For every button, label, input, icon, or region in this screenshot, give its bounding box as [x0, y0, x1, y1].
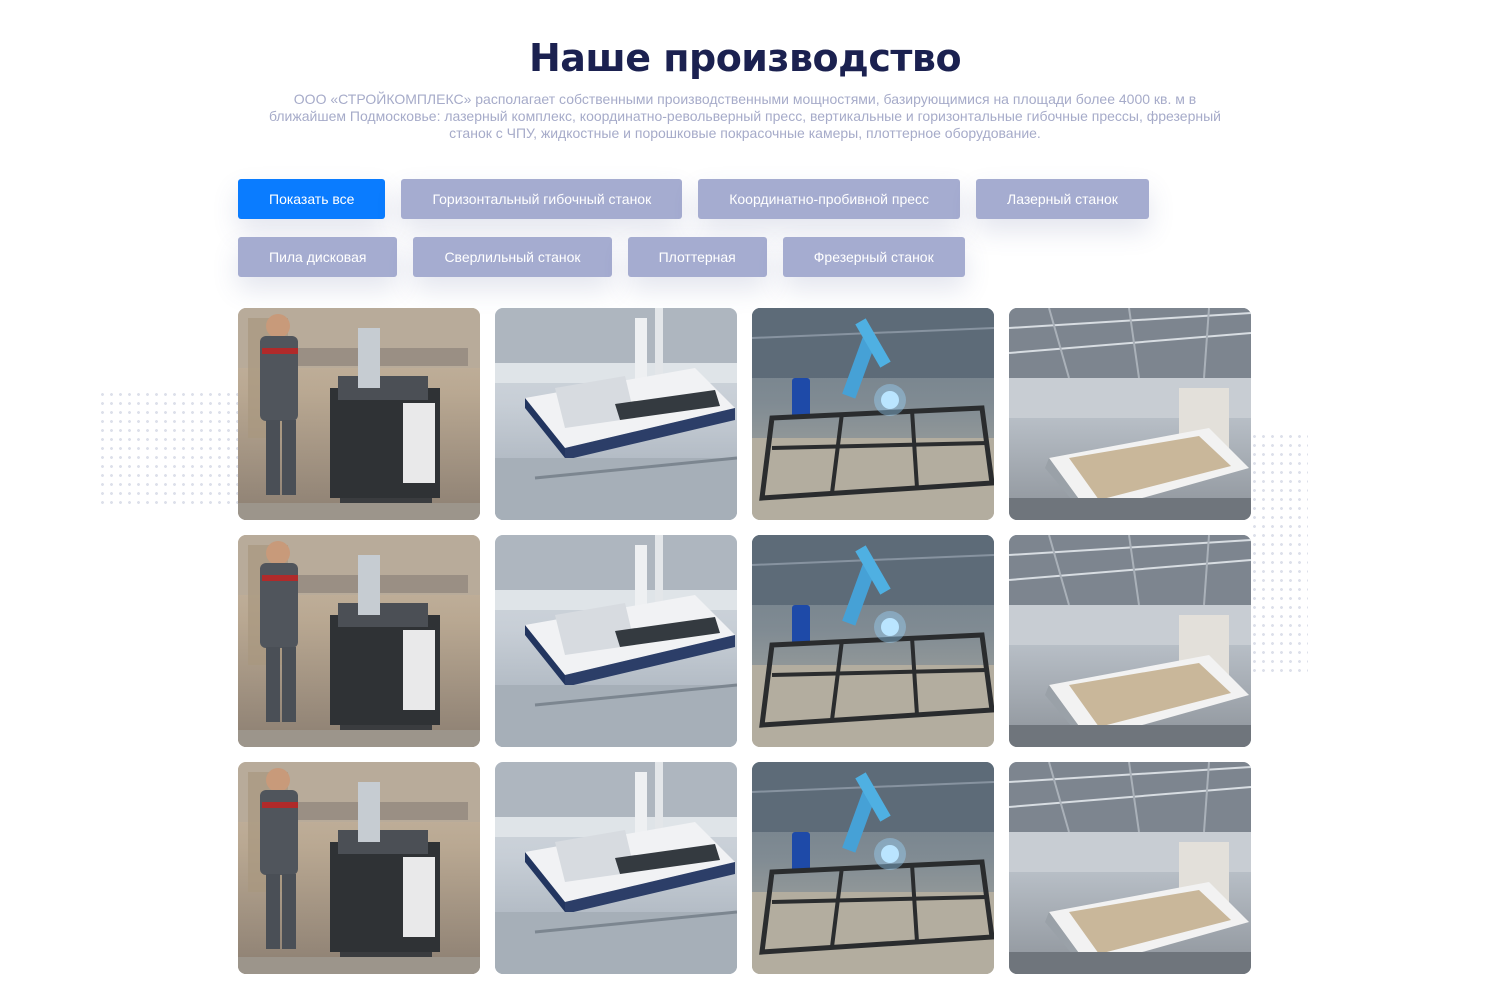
filter-plotter-button[interactable]: Плоттерная: [627, 237, 767, 277]
gallery-photo-bending-machine[interactable]: [238, 308, 480, 520]
decorative-dot-pattern-right: [1250, 432, 1308, 676]
production-section: Наше производство ООО «СТРОЙКОМПЛЕКС» ра…: [0, 0, 1490, 983]
gallery-photo-bending-machine[interactable]: [238, 535, 480, 747]
gallery-photo-bending-machine[interactable]: [238, 762, 480, 974]
decorative-dot-pattern-left: [98, 390, 240, 508]
gallery-photo-welding-robot[interactable]: [752, 535, 994, 747]
filter-show-all-button[interactable]: Показать все: [238, 179, 386, 219]
gallery-photo-cnc-milling[interactable]: [1009, 308, 1251, 520]
filter-drilling-button[interactable]: Сверлильный станок: [413, 237, 612, 277]
production-gallery: [238, 308, 1251, 974]
section-description: ООО «СТРОЙКОМПЛЕКС» располагает собствен…: [269, 91, 1221, 141]
filter-row-1: Показать все Горизонтальный гибочный ста…: [238, 179, 1165, 219]
gallery-photo-laser-cutter[interactable]: [495, 535, 737, 747]
gallery-photo-welding-robot[interactable]: [752, 308, 994, 520]
filter-circular-saw-button[interactable]: Пила дисковая: [238, 237, 398, 277]
gallery-photo-cnc-milling[interactable]: [1009, 762, 1251, 974]
filter-punch-press-button[interactable]: Координатно-пробивной пресс: [698, 179, 961, 219]
filter-row-2: Пила дисковая Сверлильный станок Плоттер…: [238, 237, 981, 277]
gallery-photo-cnc-milling[interactable]: [1009, 535, 1251, 747]
filter-milling-button[interactable]: Фрезерный станок: [782, 237, 965, 277]
filter-laser-button[interactable]: Лазерный станок: [976, 179, 1149, 219]
gallery-photo-welding-robot[interactable]: [752, 762, 994, 974]
gallery-photo-laser-cutter[interactable]: [495, 308, 737, 520]
section-title: Наше производство: [528, 36, 962, 80]
filter-horizontal-bending-button[interactable]: Горизонтальный гибочный станок: [401, 179, 683, 219]
gallery-photo-laser-cutter[interactable]: [495, 762, 737, 974]
